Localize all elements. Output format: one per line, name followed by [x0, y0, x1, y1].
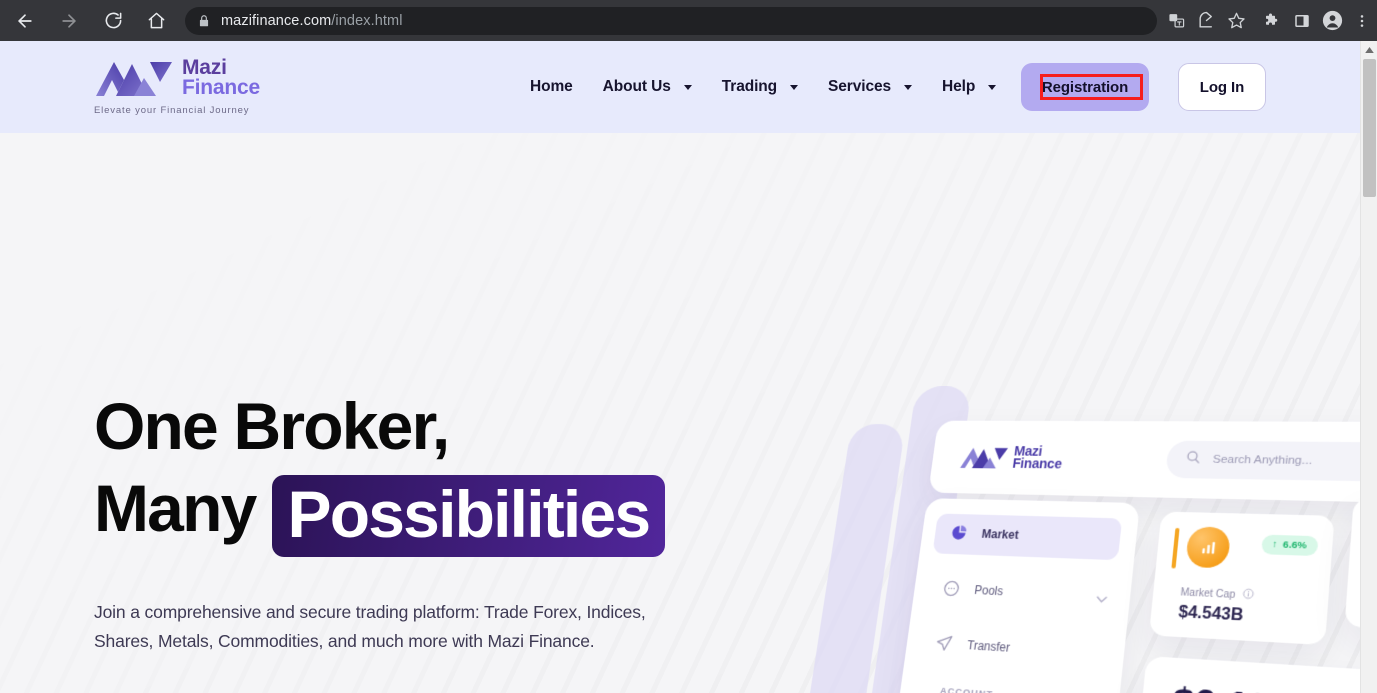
mockup-logo: Mazi Finance [959, 443, 1064, 472]
mockup-logo-line2: Finance [1011, 455, 1063, 472]
reload-icon[interactable] [97, 5, 129, 37]
mockup-stat-label: Market Cap [1179, 586, 1236, 601]
nav-label-about-us: About Us [602, 78, 671, 95]
nav-label-help: Help [942, 78, 976, 95]
mockup-sidebar-section-label: ACCOUNT [939, 686, 993, 693]
mockup-sidebar-label: Pools [973, 582, 1005, 598]
address-bar[interactable]: mazifinance.com/index.html [185, 6, 1157, 35]
chevron-down-icon [904, 84, 913, 90]
arrow-up-icon: ↑ [1271, 539, 1278, 551]
site-header: Mazi Finance Elevate your Financial Jour… [0, 41, 1360, 133]
chat-bubble-icon [941, 579, 961, 598]
nav-item-services[interactable]: Services [828, 78, 913, 96]
browser-action-icons [1161, 6, 1377, 36]
registration-button[interactable]: Registration [1021, 63, 1149, 111]
nav-item-help[interactable]: Help [942, 78, 997, 96]
forward-arrow-icon[interactable] [53, 5, 85, 37]
hero-heading-highlight: Possibilities [271, 475, 666, 557]
hero-heading-line1: One Broker, [94, 389, 450, 463]
chevron-down-icon [683, 84, 692, 90]
pie-chart-icon [949, 523, 969, 542]
scrollbar-thumb[interactable] [1363, 59, 1376, 197]
url-domain: mazifinance.com [221, 12, 332, 29]
registration-button-label: Registration [1041, 78, 1129, 96]
header-actions: Registration Log In [1021, 63, 1266, 111]
star-bookmark-icon[interactable] [1221, 6, 1251, 36]
nav-label-services: Services [828, 78, 892, 95]
nav-label-trading: Trading [721, 78, 778, 95]
home-icon[interactable] [140, 5, 172, 37]
nav-item-home[interactable]: Home [530, 78, 573, 96]
mockup-price-value: $0.1845 [1169, 681, 1318, 693]
chevron-down-icon [988, 84, 997, 90]
info-icon[interactable] [1241, 588, 1254, 603]
hero-copy: One Broker, Many Possibilities Join a com… [94, 385, 744, 656]
logo-tagline: Elevate your Financial Journey [94, 105, 250, 116]
bar-chart-icon [1185, 526, 1232, 569]
share-icon[interactable] [1191, 6, 1221, 36]
hero-section: One Broker, Many Possibilities Join a com… [0, 133, 1360, 693]
mockup-price-card: $0.1845 ↑ +0.00039(+2.1851) [1134, 656, 1360, 693]
mockup-sidebar-label: Market [981, 526, 1020, 542]
translate-icon[interactable] [1161, 6, 1191, 36]
mockup-sidebar-item-market[interactable]: Market [949, 523, 1020, 543]
logo-wordmark: Mazi Finance [182, 57, 260, 99]
mockup-search-placeholder: Search Anything... [1212, 453, 1313, 468]
mockup-sidebar-item-pools[interactable]: Pools [941, 579, 1004, 600]
vertical-scrollbar[interactable] [1360, 41, 1377, 693]
side-panel-icon[interactable] [1287, 6, 1317, 36]
hero-heading-line2: Many Possibilities [94, 467, 744, 557]
nav-item-about-us[interactable]: About Us [603, 78, 692, 96]
mockup-stat-value: $4.543B [1177, 603, 1244, 625]
dashboard-mockup-illustration: Mazi Finance Search Anything... Market P… [790, 386, 1360, 693]
login-button[interactable]: Log In [1178, 63, 1266, 111]
mockup-stat-card-market-cap: ↑ 6.6% Market Cap $4.543B [1148, 511, 1335, 646]
mockup-change-value: 6.6% [1282, 539, 1308, 552]
back-arrow-icon[interactable] [9, 5, 41, 37]
three-dot-menu-icon[interactable] [1347, 6, 1377, 36]
chevron-down-icon[interactable] [1096, 590, 1108, 598]
lock-icon [197, 14, 211, 28]
mockup-sidebar-item-transfer[interactable]: Transfer [934, 633, 1011, 656]
hero-heading-plain: Many [94, 471, 257, 545]
mockup-sidebar-label: Transfer [966, 637, 1011, 655]
nav-item-trading[interactable]: Trading [721, 78, 799, 96]
mockup-logo-wordmark: Mazi Finance [1011, 443, 1064, 472]
page-viewport: Mazi Finance Elevate your Financial Jour… [0, 41, 1360, 693]
login-button-label: Log In [1199, 78, 1245, 96]
chevron-down-icon [790, 84, 799, 90]
logo-text-finance: Finance [182, 76, 260, 99]
site-logo[interactable]: Mazi Finance Elevate your Financial Jour… [94, 57, 344, 116]
profile-avatar-icon[interactable] [1317, 6, 1347, 36]
mockup-change-chip: ↑ 6.6% [1260, 534, 1319, 557]
mazi-logo-mark-icon [94, 58, 172, 98]
browser-toolbar: mazifinance.com/index.html [0, 0, 1377, 41]
url-text: mazifinance.com/index.html [221, 13, 403, 29]
main-navigation: Home About Us Trading Services Help [530, 78, 997, 96]
accent-bar [1171, 527, 1180, 569]
mockup-stat-card-volume: ↓ 5.8% Volume (24h) $43s543M [1344, 497, 1360, 637]
mockup-search-input[interactable]: Search Anything... [1164, 440, 1360, 484]
mockup-topbar: Mazi Finance Search Anything... [928, 420, 1360, 508]
url-path: /index.html [331, 12, 403, 29]
scroll-up-arrow-icon[interactable] [1361, 41, 1377, 58]
send-paper-plane-icon [934, 633, 954, 653]
mazi-logo-mark-icon [959, 444, 1009, 470]
hero-subtitle: Join a comprehensive and secure trading … [94, 602, 646, 651]
mockup-stat-label-row: Market Cap [1180, 585, 1255, 603]
search-icon [1184, 450, 1201, 470]
puzzle-extensions-icon[interactable] [1257, 6, 1287, 36]
nav-label-home: Home [530, 78, 573, 95]
